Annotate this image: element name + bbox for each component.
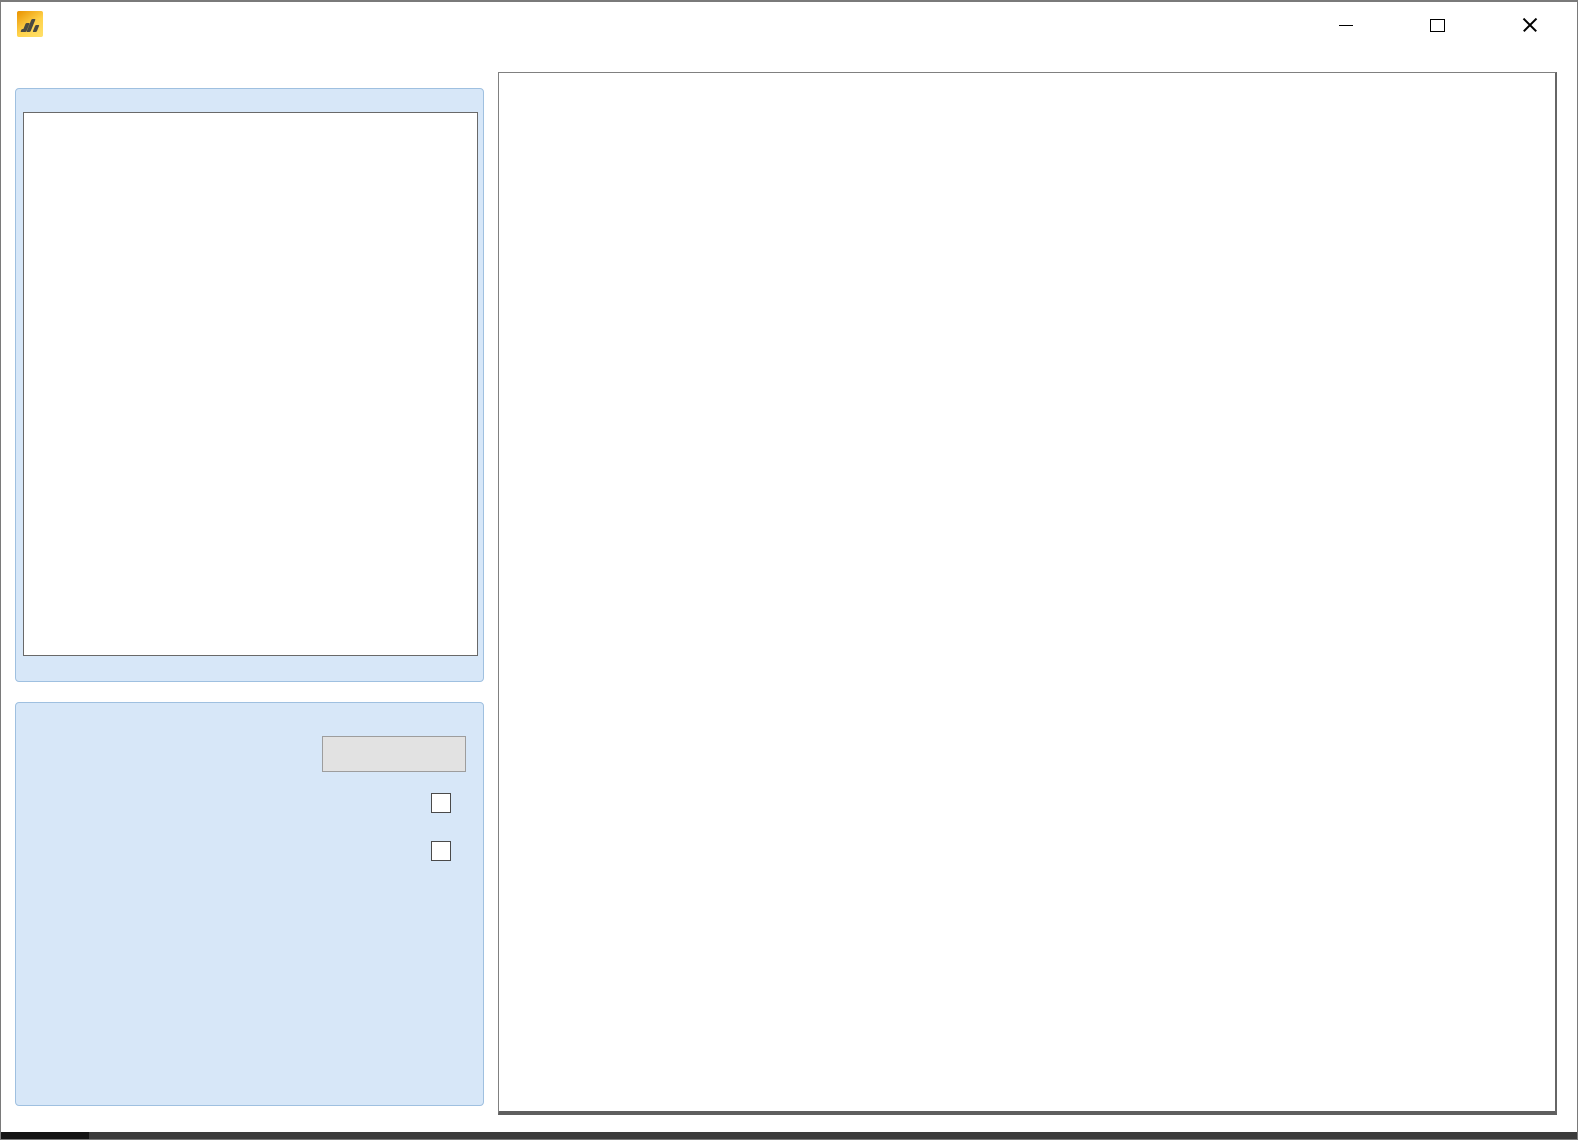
minimize-button[interactable]: [1323, 4, 1369, 46]
taskbar-strip: [1, 1132, 1577, 1139]
response-and-subject-allocation-chart: [499, 73, 1555, 1111]
title-bar: [1, 2, 1577, 50]
maximize-icon: [1430, 19, 1445, 32]
space-doses-evenly-row: [431, 792, 460, 814]
graphs-groupbox: [15, 88, 484, 682]
set-y-axes-button[interactable]: [322, 736, 466, 772]
app-logo-icon: [17, 11, 43, 37]
maximize-button[interactable]: [1414, 4, 1460, 46]
show-row-factors-checkbox[interactable]: [431, 841, 451, 861]
show-row-factors-row: [431, 840, 460, 862]
app-window: { "window": { "title": "Cts-Cts1 - Per S…: [0, 0, 1578, 1140]
graphs-list[interactable]: [23, 112, 478, 656]
controls-groupbox: [15, 702, 484, 1106]
close-icon: [1521, 16, 1539, 34]
close-button[interactable]: [1507, 4, 1553, 46]
space-doses-evenly-checkbox[interactable]: [431, 793, 451, 813]
minimize-icon: [1339, 25, 1353, 26]
chart-panel: [498, 72, 1557, 1115]
